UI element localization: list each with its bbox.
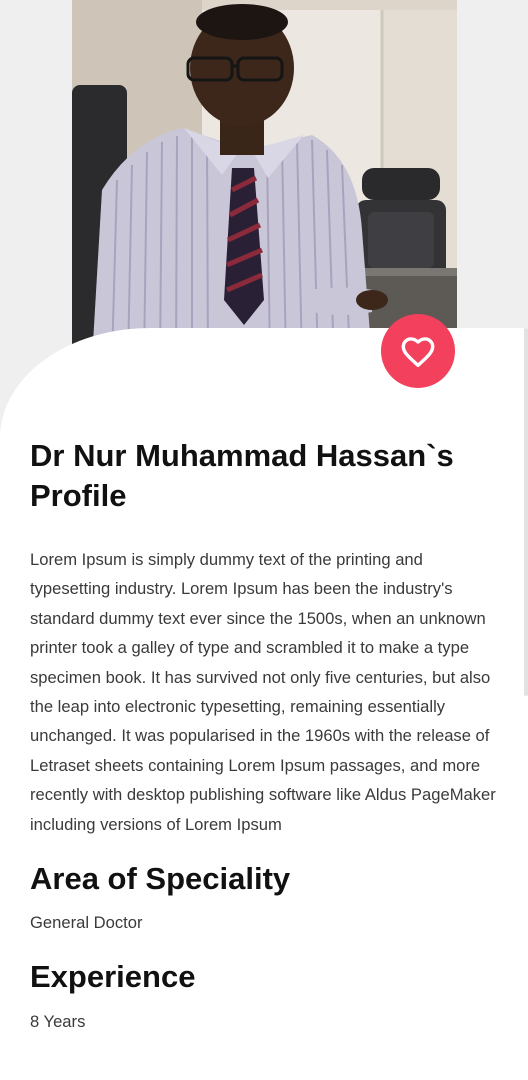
profile-bio: Lorem Ipsum is simply dummy text of the … (30, 550, 496, 834)
specialty-heading: Area of Speciality (30, 861, 291, 897)
experience-value: 8 Years (30, 1012, 86, 1032)
experience-heading: Experience (30, 959, 196, 995)
doctor-photo (72, 0, 457, 360)
profile-content: Dr Nur Muhammad Hassan`s Profile Lorem I… (30, 436, 500, 1034)
favorite-button[interactable] (381, 314, 455, 388)
scrollbar[interactable] (524, 328, 528, 696)
profile-title: Dr Nur Muhammad Hassan`s Profile (30, 438, 454, 513)
specialty-value: General Doctor (30, 913, 143, 933)
heart-outline-icon (401, 337, 435, 368)
